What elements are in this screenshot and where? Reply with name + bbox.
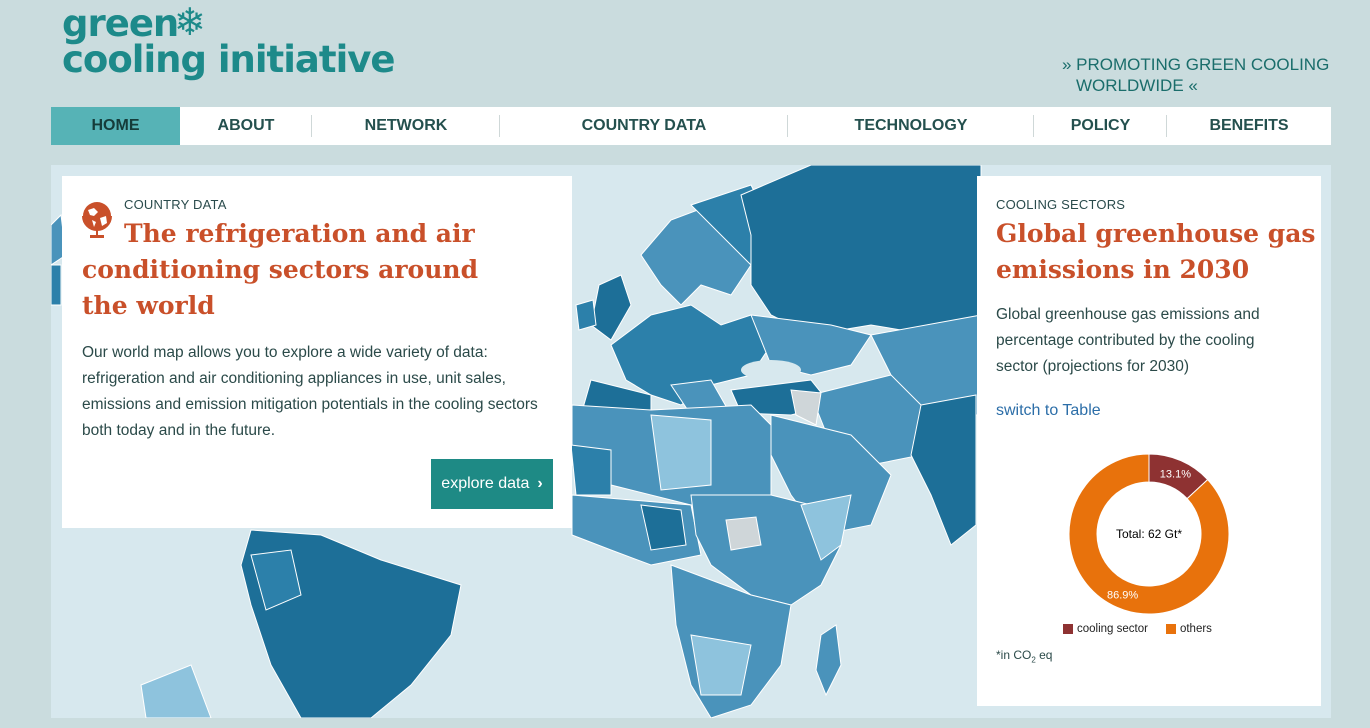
nav-label: COUNTRY DATA [581,117,707,134]
nav-item-about[interactable]: ABOUT [180,107,312,145]
country-data-card: COUNTRY DATA The refrigeration and air c… [62,176,572,528]
cooling-sectors-kicker: COOLING SECTORS [996,197,1126,212]
cooling-sectors-title[interactable]: Global greenhouse gas emissions in 2030 [996,216,1316,288]
tagline: » PROMOTING GREEN COOLING WORLDWIDE « [1062,54,1342,96]
logo-line2: cooling initiative [62,38,395,81]
nav-item-home[interactable]: HOME [51,107,180,145]
legend-swatch-cooling [1063,624,1073,634]
country-data-kicker: COUNTRY DATA [124,197,227,212]
nav-label: ABOUT [217,117,275,134]
logo-line1: green [62,2,179,45]
nav-item-country-data[interactable]: COUNTRY DATA [500,107,788,145]
nav-label: POLICY [1070,117,1131,134]
tagline-line2: WORLDWIDE « [1076,76,1198,95]
legend-item-others[interactable]: others [1165,623,1212,635]
nav-item-technology[interactable]: TECHNOLOGY [788,107,1034,145]
donut-data-label: 13.1% [1160,469,1191,481]
donut-center-label: Total: 62 Gt* [1116,527,1182,541]
explore-data-button[interactable]: explore data › [431,459,553,509]
nav-item-policy[interactable]: POLICY [1034,107,1167,145]
chevron-right-icon: › [537,475,543,492]
cooling-sectors-card: COOLING SECTORS Global greenhouse gas em… [977,176,1321,706]
legend-item-cooling-sector[interactable]: cooling sector [1063,623,1148,635]
nav-item-benefits[interactable]: BENEFITS [1167,107,1331,145]
logo[interactable]: green cooling initiative ❄ [62,0,395,81]
main-nav: HOME ABOUT NETWORK COUNTRY DATA TECHNOLO… [51,107,1331,145]
emissions-donut-chart[interactable]: Total: 62 Gt* 13.1% 86.9% [1067,452,1231,616]
nav-label: NETWORK [364,117,448,134]
footnote-text-end: eq [1035,648,1053,662]
switch-to-table-link[interactable]: switch to Table [996,402,1101,420]
legend-label: others [1179,623,1212,635]
nav-label: BENEFITS [1209,117,1289,134]
country-data-description: Our world map allows you to explore a wi… [82,344,538,439]
nav-item-network[interactable]: NETWORK [312,107,500,145]
cooling-sectors-description: Global greenhouse gas emissions and perc… [996,306,1260,375]
nav-label: TECHNOLOGY [854,117,968,134]
footnote-text: *in CO [996,648,1032,662]
chart-legend: cooling sector others [1063,623,1212,635]
donut-data-label: 86.9% [1107,589,1138,601]
footnote: *in CO2 eq [996,648,1052,664]
country-data-title[interactable]: The refrigeration and air conditioning s… [82,216,522,324]
legend-swatch-others [1165,624,1176,634]
tagline-line1: » PROMOTING GREEN COOLING [1062,55,1330,74]
legend-label: cooling sector [1077,623,1148,635]
snowflake-icon: ❄ [174,0,206,44]
explore-data-label: explore data [441,475,530,492]
nav-label: HOME [91,117,140,134]
